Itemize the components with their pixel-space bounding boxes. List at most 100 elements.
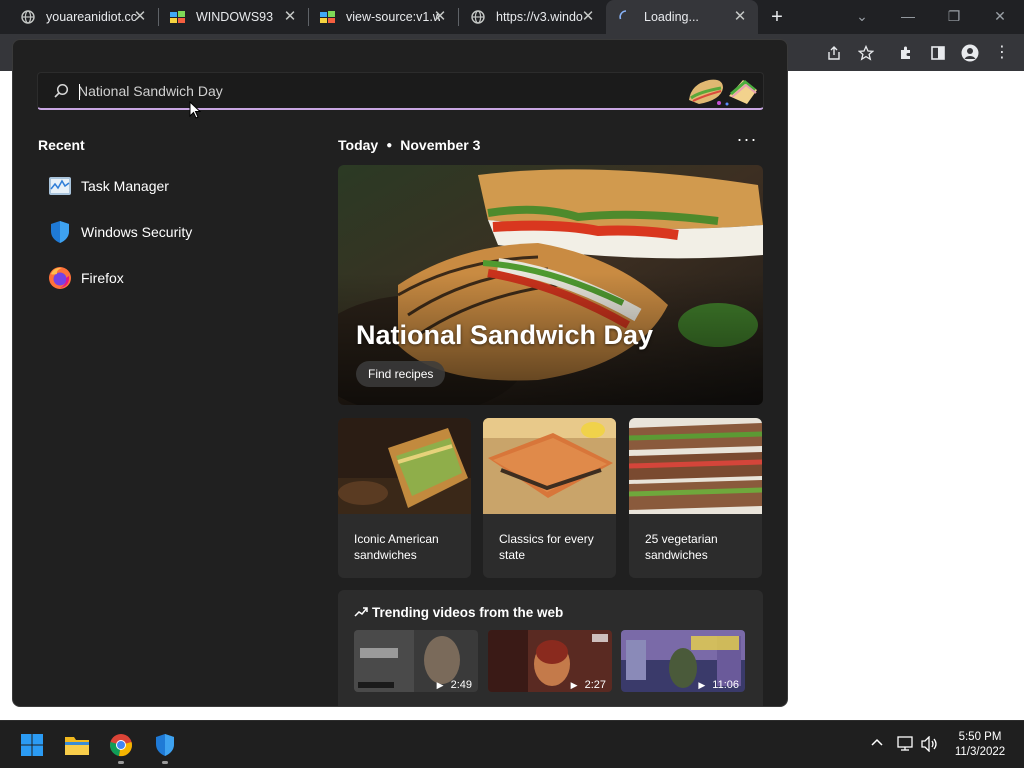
today-date: November 3	[400, 137, 481, 153]
extensions-icon[interactable]	[896, 43, 916, 63]
search-box[interactable]	[37, 72, 764, 110]
loading-spinner-icon	[618, 9, 634, 25]
recent-heading: Recent	[38, 137, 85, 153]
more-options-button[interactable]: ···	[735, 130, 759, 152]
windows-security-button[interactable]	[152, 732, 178, 758]
network-icon[interactable]	[897, 736, 915, 755]
video-duration: ▶ 2:49	[437, 679, 472, 691]
close-window-icon[interactable]: ✕	[978, 4, 1022, 28]
find-recipes-button[interactable]: Find recipes	[356, 361, 446, 387]
trending-videos-section: Trending videos from the web ▶ 2:49 ▶ 2:27	[338, 590, 763, 706]
hero-card[interactable]: National Sandwich Day Find recipes	[338, 165, 763, 405]
share-icon[interactable]	[824, 43, 844, 63]
browser-tab-title: youareanidiot.cc	[46, 10, 138, 24]
video-duration-text: 2:27	[584, 679, 606, 691]
globe-icon	[20, 9, 36, 25]
chrome-button[interactable]	[108, 732, 134, 758]
card-caption-line: 25 vegetarian	[645, 532, 718, 546]
windows-security-icon	[156, 734, 174, 756]
close-tab-icon[interactable]: ✕	[580, 9, 596, 25]
browser-tab-strip: youareanidiot.cc ✕ WINDOWS93 ✕ view-sour…	[0, 0, 1024, 34]
play-icon: ▶	[570, 679, 578, 690]
start-button[interactable]	[19, 732, 45, 758]
mouse-cursor-icon	[189, 100, 202, 119]
minimize-icon[interactable]: —	[886, 4, 930, 28]
tab-search-icon[interactable]: ⌄	[840, 4, 884, 28]
hero-title: National Sandwich Day	[356, 320, 654, 350]
close-tab-icon[interactable]: ✕	[132, 9, 148, 25]
card-image	[629, 418, 762, 514]
folder-icon	[65, 737, 89, 755]
recent-item-label: Firefox	[81, 270, 124, 286]
play-icon: ▶	[698, 679, 706, 690]
close-tab-icon[interactable]: ✕	[732, 9, 748, 25]
video-duration-text: 2:49	[450, 679, 472, 691]
browser-tab[interactable]: WINDOWS93 ✕	[158, 0, 309, 34]
chrome-icon	[110, 734, 132, 757]
recent-item-label: Windows Security	[81, 224, 193, 240]
video-thumbnail[interactable]: ▶ 2:49	[354, 630, 478, 692]
recent-item-windows-security[interactable]: Windows Security	[47, 218, 192, 246]
trending-heading-text: Trending videos from the web	[372, 605, 564, 620]
trending-arrow-icon	[354, 605, 368, 620]
browser-tab-title: WINDOWS93	[196, 10, 274, 24]
clock-time: 5:50 PM	[958, 731, 1002, 743]
chrome-menu-icon[interactable]: ⋮	[992, 43, 1012, 63]
close-tab-icon[interactable]: ✕	[432, 9, 448, 25]
restore-icon[interactable]: ❐	[932, 4, 976, 28]
card-iconic-american-sandwiches[interactable]: Iconic American sandwiches	[338, 418, 471, 578]
card-25-vegetarian-sandwiches[interactable]: 25 vegetarian sandwiches	[629, 418, 762, 578]
running-indicator	[118, 761, 124, 764]
sandwich-icon	[685, 74, 761, 108]
running-indicator	[162, 761, 168, 764]
recent-item-label: Task Manager	[81, 178, 169, 194]
video-thumbnail[interactable]: ▶ 2:27	[488, 630, 612, 692]
video-duration: ▶ 2:27	[571, 679, 606, 691]
trending-heading: Trending videos from the web	[354, 605, 563, 620]
card-caption-line: Iconic American	[354, 532, 439, 546]
bookmark-star-icon[interactable]	[856, 43, 876, 63]
browser-tab-title: view-source:v1.w	[346, 10, 440, 24]
windows-logo-icon	[21, 734, 43, 756]
windows-search-panel: Recent Task Manager Windows Security Fir…	[12, 39, 788, 707]
taskbar: 5:50 PM 11/3/2022	[0, 720, 1024, 768]
card-caption-line: Classics for every	[499, 532, 594, 546]
browser-tab[interactable]: view-source:v1.w ✕	[308, 0, 459, 34]
card-caption-line: sandwiches	[354, 548, 417, 562]
firefox-icon	[47, 265, 73, 291]
side-panel-icon[interactable]	[928, 43, 948, 63]
file-explorer-button[interactable]	[64, 732, 90, 758]
windows93-icon	[320, 9, 336, 25]
close-tab-icon[interactable]: ✕	[282, 9, 298, 25]
volume-icon[interactable]	[921, 735, 939, 755]
clock-date: 11/3/2022	[954, 746, 1006, 758]
globe-icon	[470, 9, 486, 25]
browser-tab[interactable]: https://v3.windo ✕	[458, 0, 606, 34]
recent-item-firefox[interactable]: Firefox	[47, 264, 124, 292]
windows-security-icon	[47, 219, 73, 245]
card-image	[483, 418, 616, 514]
card-classics-for-every-state[interactable]: Classics for every state	[483, 418, 616, 578]
video-duration: ▶ 11:06	[698, 679, 739, 691]
search-icon	[52, 82, 70, 100]
windows93-icon	[170, 9, 186, 25]
card-image	[338, 418, 471, 514]
show-hidden-icons-icon[interactable]	[871, 735, 883, 749]
browser-tab-active[interactable]: Loading... ✕	[606, 0, 758, 34]
video-thumbnail[interactable]: ▶ 11:06	[621, 630, 745, 692]
browser-tab[interactable]: youareanidiot.cc ✕	[0, 0, 159, 34]
browser-tab-title: Loading...	[644, 10, 699, 24]
search-input[interactable]	[78, 79, 638, 103]
browser-tab-title: https://v3.windo	[496, 10, 583, 24]
card-caption: Classics for every state	[499, 531, 607, 563]
new-tab-button[interactable]: +	[766, 6, 788, 28]
today-heading: Today ● November 3	[338, 137, 480, 153]
recent-item-task-manager[interactable]: Task Manager	[47, 172, 169, 200]
play-icon: ▶	[436, 679, 444, 690]
video-duration-text: 11:06	[712, 679, 739, 691]
taskbar-clock[interactable]: 5:50 PM 11/3/2022	[950, 730, 1010, 760]
task-manager-icon	[47, 173, 73, 199]
card-caption: Iconic American sandwiches	[354, 531, 462, 563]
profile-avatar-icon[interactable]	[960, 43, 980, 63]
card-caption: 25 vegetarian sandwiches	[645, 531, 753, 563]
